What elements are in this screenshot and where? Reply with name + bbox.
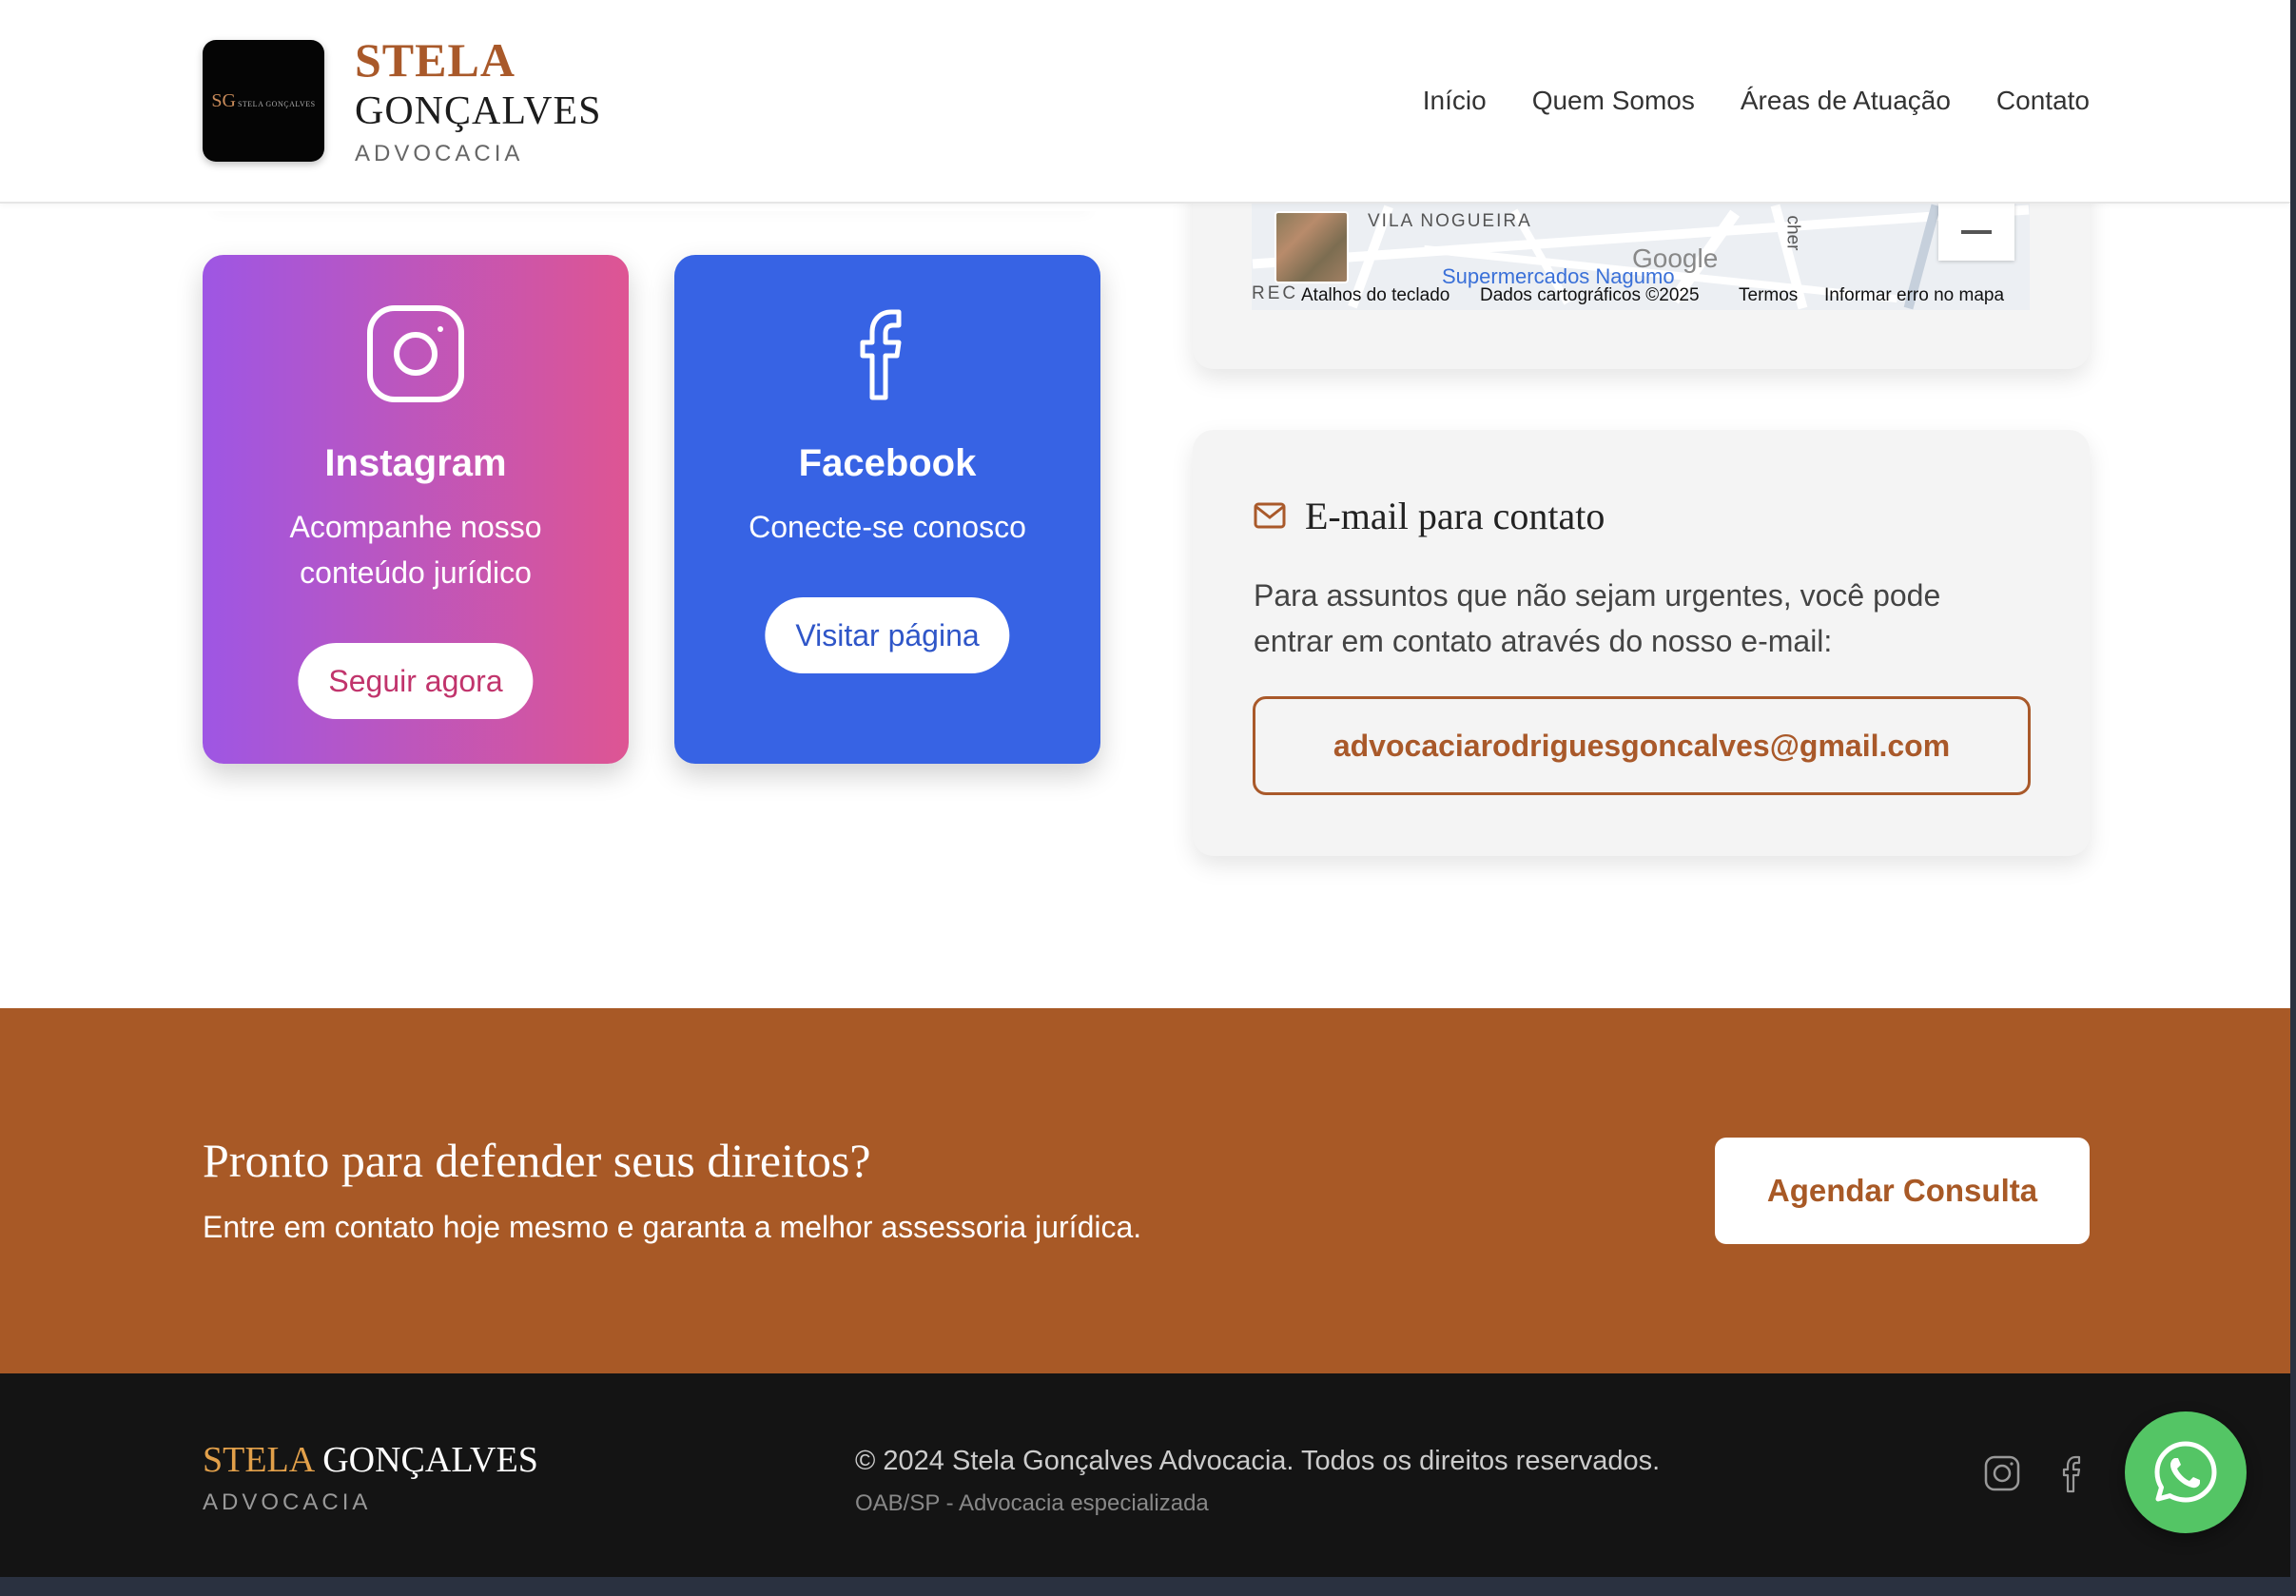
nav-areas-atuacao[interactable]: Áreas de Atuação: [1741, 84, 1951, 118]
email-title: E-mail para contato: [1305, 495, 1605, 537]
email-description: Para assuntos que não sejam urgentes, vo…: [1254, 578, 1941, 658]
schedule-consultation-button[interactable]: Agendar Consulta: [1715, 1138, 2090, 1244]
map-data-attribution: Dados cartográficos ©2025: [1480, 285, 1700, 305]
footer-instagram-icon[interactable]: [1983, 1453, 2021, 1493]
brand-line-1: STELA: [355, 33, 516, 87]
instagram-icon: [367, 305, 464, 402]
nav-inicio[interactable]: Início: [1423, 84, 1487, 118]
map-report-error-link[interactable]: Informar erro no mapa: [1824, 282, 2004, 310]
footer-brand-part2: GONÇALVES: [322, 1440, 538, 1480]
footer-copyright: © 2024 Stela Gonçalves Advocacia. Todos …: [855, 1446, 1661, 1476]
facebook-title: Facebook: [798, 442, 977, 484]
site-footer: STELA GONÇALVES ADVOCACIA © 2024 Stela Go…: [0, 1373, 2290, 1577]
footer-brand-subtitle: ADVOCACIA: [203, 1489, 372, 1515]
logo[interactable]: SG STELA GONÇALVES: [203, 40, 324, 162]
window-edge: [2290, 0, 2296, 1596]
facebook-description: Conecte-se conosco: [749, 510, 1026, 544]
facebook-visit-button[interactable]: Visitar página: [765, 597, 1010, 673]
whatsapp-icon: [2154, 1441, 2217, 1503]
map-attribution: Atalhos do teclado Dados cartográficos ©…: [1252, 282, 2030, 310]
footer-oab: OAB/SP - Advocacia especializada: [855, 1490, 1209, 1516]
google-map[interactable]: VILA NOGUEIRA REC cher Google Supermerca…: [1252, 204, 2030, 310]
site-header: SG STELA GONÇALVES STELA GONÇALVES ADVOCA…: [0, 0, 2290, 204]
minus-icon: [1961, 230, 1992, 234]
map-label-road: cher: [1782, 215, 1803, 251]
email-card: E-mail para contato Para assuntos que nã…: [1193, 430, 2090, 856]
map-zoom-out-button[interactable]: [1938, 204, 2014, 261]
facebook-card: Facebook Conecte-se conosco Visitar pági…: [674, 255, 1100, 764]
map-label-vila-nogueira: VILA NOGUEIRA: [1368, 211, 1532, 231]
whatsapp-float-button[interactable]: [2125, 1411, 2247, 1533]
cta-subtitle: Entre em contato hoje mesmo e garanta a …: [203, 1210, 1142, 1244]
map-terms-link[interactable]: Termos: [1739, 282, 1798, 310]
map-satellite-thumbnail[interactable]: [1274, 211, 1349, 283]
facebook-icon: [860, 309, 902, 400]
mail-icon: [1254, 502, 1286, 529]
brand-line-2: GONÇALVES: [355, 89, 602, 133]
cta-section: Pronto para defender seus direitos? Entr…: [0, 1008, 2290, 1373]
page: SG STELA GONÇALVES STELA GONÇALVES ADVOCA…: [0, 0, 2290, 1577]
footer-brand-part1: STELA: [203, 1440, 316, 1480]
brand-name[interactable]: STELA GONÇALVES ADVOCACIA: [355, 34, 601, 169]
instagram-card: Instagram Acompanhe nosso conteúdo juríd…: [203, 255, 629, 764]
cta-title: Pronto para defender seus direitos?: [203, 1134, 871, 1187]
main-nav: Início Quem Somos Áreas de Atuação Conta…: [1423, 84, 2090, 118]
nav-quem-somos[interactable]: Quem Somos: [1532, 84, 1695, 118]
footer-facebook-icon[interactable]: [2054, 1453, 2092, 1493]
email-address-button[interactable]: advocaciarodriguesgoncalves@gmail.com: [1253, 696, 2031, 795]
logo-mark: SG STELA GONÇALVES: [211, 89, 316, 111]
brand-line-3: ADVOCACIA: [355, 141, 524, 166]
nav-contato[interactable]: Contato: [1996, 84, 2090, 118]
map-keyboard-shortcuts-link[interactable]: Atalhos do teclado: [1301, 282, 1450, 310]
instagram-description: Acompanhe nosso conteúdo jurídico: [289, 510, 542, 590]
instagram-title: Instagram: [324, 442, 507, 484]
instagram-follow-button[interactable]: Seguir agora: [298, 643, 534, 719]
footer-brand: STELA GONÇALVES: [203, 1438, 538, 1482]
